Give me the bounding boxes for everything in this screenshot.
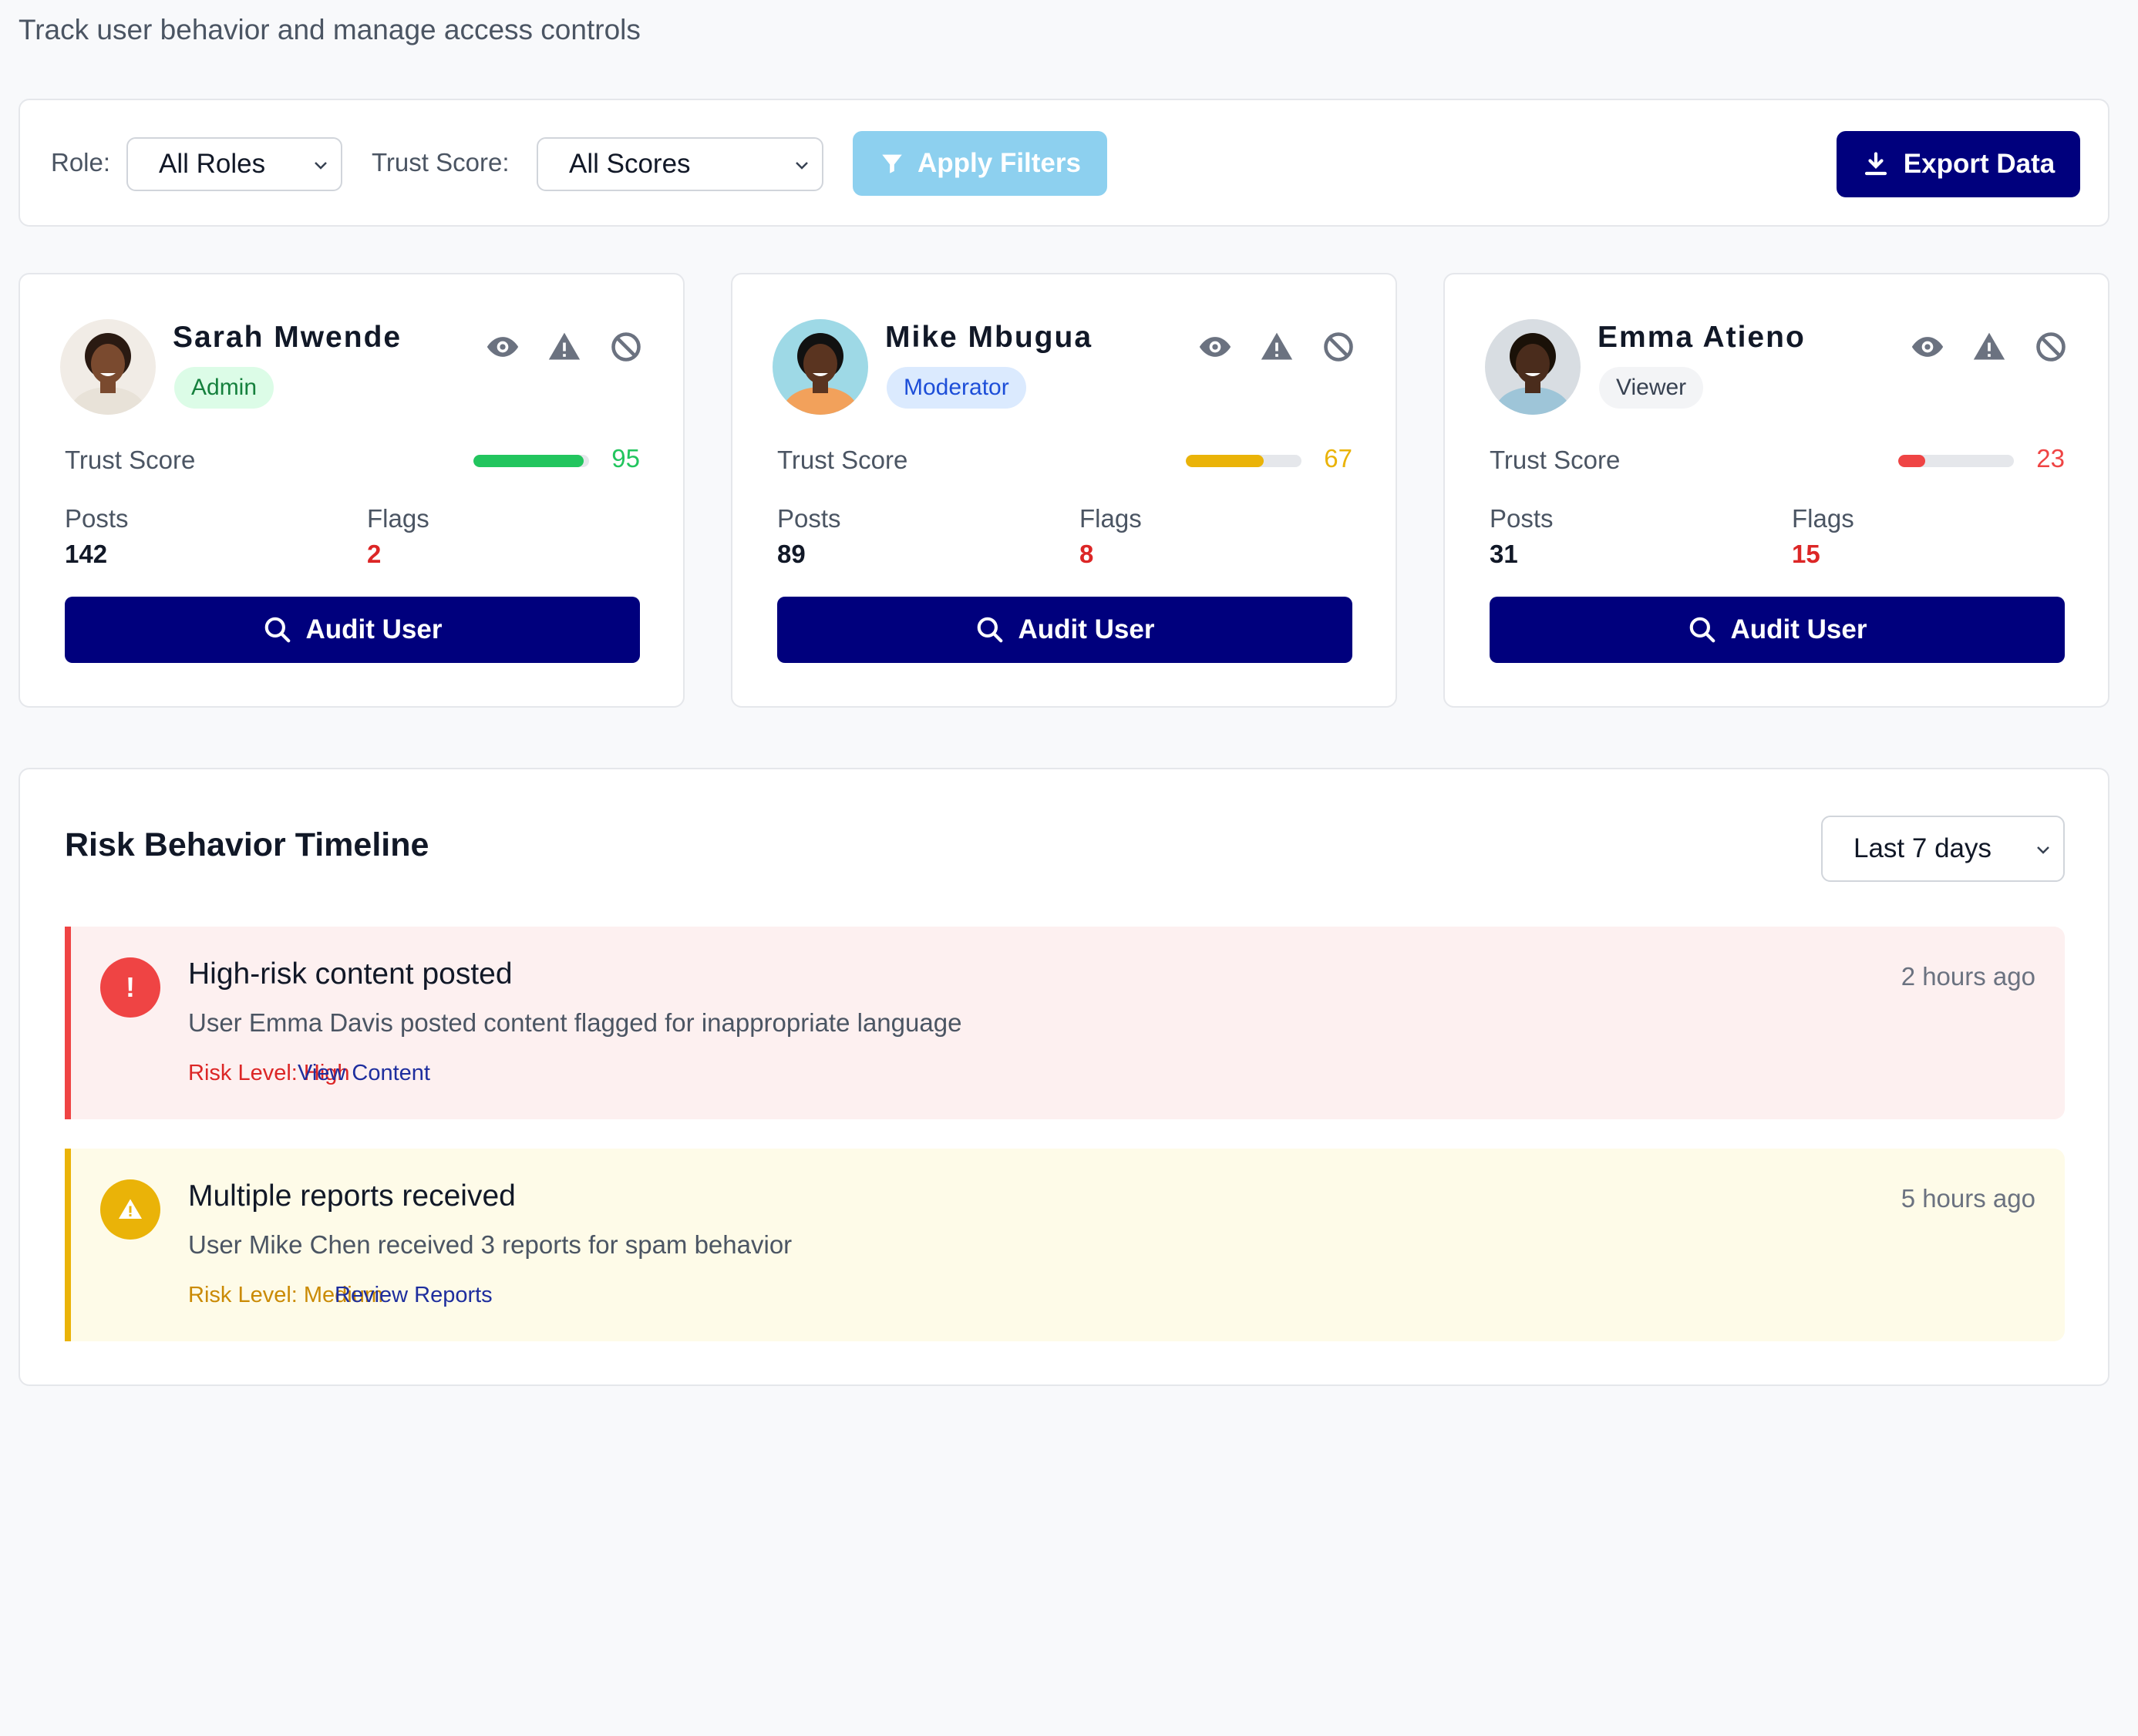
audit-user-label: Audit User <box>1730 614 1867 644</box>
trust-score-value: 95 <box>611 444 640 473</box>
posts-label: Posts <box>777 504 841 533</box>
trust-score-label: Trust Score <box>65 446 196 474</box>
user-actions <box>1911 330 2068 364</box>
ban-icon[interactable] <box>2034 330 2068 364</box>
timeline-event: Multiple reports received 5 hours ago User… <box>65 1149 2065 1341</box>
audit-user-button[interactable]: Audit User <box>1490 597 2065 663</box>
avatar <box>60 319 156 415</box>
flags-count: 8 <box>1079 540 1094 568</box>
flags-count: 2 <box>367 540 382 568</box>
user-avatar-photo <box>773 319 868 415</box>
event-action-link[interactable]: Review Reports <box>335 1283 493 1308</box>
trust-score-bar <box>1186 455 1301 467</box>
export-data-label: Export Data <box>1903 149 2056 179</box>
filter-bar: Role: All Roles Trust Score: All Scores … <box>19 99 2109 227</box>
user-name: Sarah Mwende <box>173 321 402 354</box>
event-title: Multiple reports received <box>188 1179 516 1213</box>
user-card: Sarah Mwende Admin Trust Score 95 Posts 142 Fl… <box>19 273 685 708</box>
role-select-value: All Roles <box>159 149 266 179</box>
alert-icon: ! <box>100 957 160 1018</box>
search-icon <box>264 617 290 643</box>
warning-icon[interactable] <box>1260 330 1294 364</box>
view-eye-icon[interactable] <box>1911 330 1944 364</box>
event-time: 2 hours ago <box>1901 962 2035 991</box>
trust-score-value: 67 <box>1324 444 1352 473</box>
page-subtitle: Track user behavior and manage access co… <box>19 14 641 45</box>
user-actions <box>486 330 643 364</box>
audit-user-button[interactable]: Audit User <box>777 597 1352 663</box>
trust-score-select[interactable]: All Scores <box>537 137 823 191</box>
user-actions <box>1198 330 1355 364</box>
trust-score-fill <box>1186 455 1264 467</box>
view-eye-icon[interactable] <box>1198 330 1232 364</box>
user-avatar-photo <box>60 319 156 415</box>
user-name: Mike Mbugua <box>885 321 1093 354</box>
user-name: Emma Atieno <box>1598 321 1806 354</box>
trust-score-value: 23 <box>2036 444 2065 473</box>
export-data-button[interactable]: Export Data <box>1837 131 2080 197</box>
apply-filters-label: Apply Filters <box>917 148 1081 178</box>
trust-score-label: Trust Score <box>777 446 908 474</box>
posts-label: Posts <box>1490 504 1554 533</box>
warning-icon[interactable] <box>547 330 581 364</box>
timeline-event: ! High-risk content posted 2 hours ago User… <box>65 927 2065 1119</box>
user-card: Emma Atieno Viewer Trust Score 23 Posts 31 Fla… <box>1443 273 2109 708</box>
posts-count: 142 <box>65 540 108 568</box>
event-description: User Emma Davis posted content flagged f… <box>188 1008 962 1037</box>
trust-filter-label: Trust Score: <box>372 148 510 177</box>
search-icon <box>977 617 1002 643</box>
user-card: Mike Mbugua Moderator Trust Score 67 Posts 89… <box>731 273 1397 708</box>
chevron-down-icon <box>315 162 327 170</box>
flags-count: 15 <box>1792 540 1820 568</box>
flags-label: Flags <box>367 504 429 533</box>
trust-score-bar <box>1898 455 2014 467</box>
trust-score-fill <box>473 455 584 467</box>
trust-score-fill <box>1898 455 1925 467</box>
ban-icon[interactable] <box>1322 330 1355 364</box>
event-description: User Mike Chen received 3 reports for sp… <box>188 1230 793 1259</box>
posts-count: 89 <box>777 540 806 568</box>
trust-score-bar <box>473 455 589 467</box>
event-title: High-risk content posted <box>188 957 513 991</box>
timeline-title: Risk Behavior Timeline <box>65 826 429 863</box>
event-time: 5 hours ago <box>1901 1184 2035 1213</box>
role-filter-label: Role: <box>51 148 111 177</box>
ban-icon[interactable] <box>609 330 643 364</box>
chevron-down-icon <box>2037 846 2049 854</box>
risk-timeline-panel: Risk Behavior Timeline Last 7 days ! High… <box>19 768 2109 1386</box>
trust-score-label: Trust Score <box>1490 446 1621 474</box>
warning-icon[interactable] <box>1972 330 2006 364</box>
view-eye-icon[interactable] <box>486 330 520 364</box>
flags-label: Flags <box>1792 504 1854 533</box>
role-badge: Moderator <box>887 367 1026 409</box>
chevron-down-icon <box>796 162 808 170</box>
audit-user-label: Audit User <box>1018 614 1155 644</box>
role-badge: Viewer <box>1599 367 1704 409</box>
posts-label: Posts <box>65 504 129 533</box>
flags-label: Flags <box>1079 504 1142 533</box>
time-range-select[interactable]: Last 7 days <box>1821 816 2065 882</box>
apply-filters-button[interactable]: Apply Filters <box>853 131 1107 196</box>
avatar <box>1485 319 1581 415</box>
posts-count: 31 <box>1490 540 1518 568</box>
time-range-value: Last 7 days <box>1853 833 1992 863</box>
warning-icon <box>100 1179 160 1240</box>
audit-user-label: Audit User <box>305 614 443 644</box>
avatar <box>773 319 868 415</box>
role-select[interactable]: All Roles <box>126 137 342 191</box>
audit-user-button[interactable]: Audit User <box>65 597 640 663</box>
user-avatar-photo <box>1485 319 1581 415</box>
filter-icon <box>882 154 902 173</box>
trust-select-value: All Scores <box>569 149 691 179</box>
search-icon <box>1689 617 1715 643</box>
role-badge: Admin <box>174 367 274 409</box>
download-icon <box>1864 152 1887 176</box>
event-action-link[interactable]: View Content <box>298 1061 430 1086</box>
